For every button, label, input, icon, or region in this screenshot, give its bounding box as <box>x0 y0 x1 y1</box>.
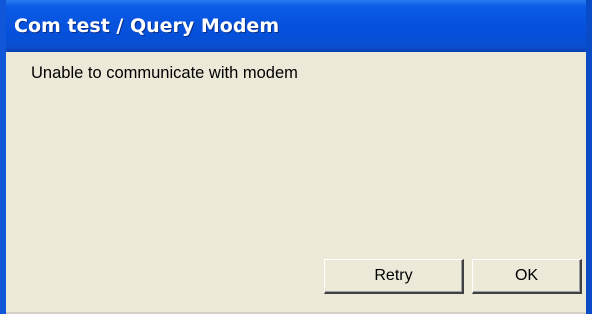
retry-button[interactable]: Retry <box>324 259 464 294</box>
query-modem-dialog: Com test / Query Modem Unable to communi… <box>0 0 592 314</box>
ok-button-label: OK <box>514 267 539 284</box>
ok-button[interactable]: OK <box>472 259 582 294</box>
error-message: Unable to communicate with modem <box>31 64 298 82</box>
retry-button-label: Retry <box>374 267 413 284</box>
dialog-titlebar[interactable]: Com test / Query Modem <box>6 0 586 52</box>
dialog-title: Com test / Query Modem <box>14 15 280 37</box>
